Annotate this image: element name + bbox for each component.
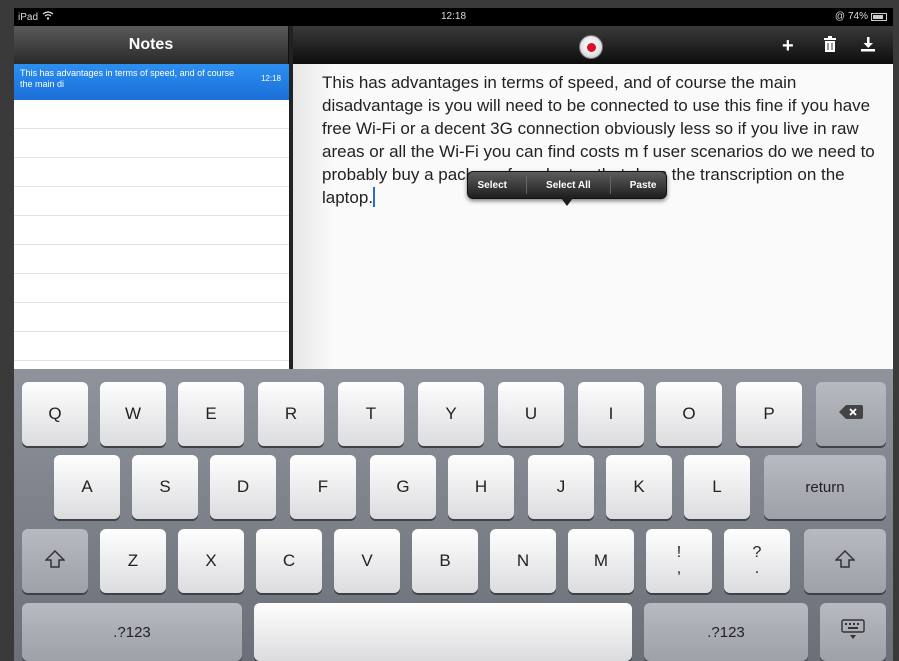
shift-icon bbox=[44, 549, 66, 573]
key-m[interactable]: M bbox=[568, 529, 634, 593]
battery-percent: 74% bbox=[847, 11, 868, 22]
notes-list: This has advantages in terms of speed, a… bbox=[14, 64, 289, 369]
key-comma-label: , bbox=[676, 560, 682, 577]
list-item[interactable] bbox=[14, 158, 289, 187]
key-exclaim-label: ! bbox=[676, 544, 682, 561]
download-icon[interactable] bbox=[860, 36, 876, 56]
key-w[interactable]: W bbox=[100, 382, 166, 446]
trash-icon[interactable] bbox=[823, 36, 837, 56]
paste-button[interactable]: Paste bbox=[630, 180, 657, 191]
note-preview: This has advantages in terms of speed, a… bbox=[20, 68, 235, 89]
key-o[interactable]: O bbox=[656, 382, 722, 446]
menu-separator bbox=[526, 176, 528, 194]
list-item-selected-note[interactable]: This has advantages in terms of speed, a… bbox=[14, 64, 289, 100]
key-i[interactable]: I bbox=[578, 382, 644, 446]
key-b[interactable]: B bbox=[412, 529, 478, 593]
key-d[interactable]: D bbox=[210, 455, 276, 519]
key-question-period[interactable]: ?. bbox=[724, 529, 790, 593]
edit-menu-arrow bbox=[561, 198, 573, 206]
key-x[interactable]: X bbox=[178, 529, 244, 593]
shift-key-right[interactable] bbox=[804, 529, 886, 593]
editor-toolbar: + bbox=[293, 26, 893, 64]
select-button[interactable]: Select bbox=[478, 180, 507, 191]
backspace-icon bbox=[839, 404, 863, 424]
hide-keyboard-key[interactable] bbox=[820, 603, 886, 661]
numbers-key-left[interactable]: .?123 bbox=[22, 603, 242, 661]
list-item[interactable] bbox=[14, 100, 289, 129]
key-t[interactable]: T bbox=[338, 382, 404, 446]
key-e[interactable]: E bbox=[178, 382, 244, 446]
edit-menu: Select Select All Paste bbox=[467, 171, 667, 199]
key-l[interactable]: L bbox=[684, 455, 750, 519]
shift-key-left[interactable] bbox=[22, 529, 88, 593]
list-item[interactable] bbox=[14, 216, 289, 245]
key-a[interactable]: A bbox=[54, 455, 120, 519]
backspace-key[interactable] bbox=[816, 382, 886, 446]
shift-icon bbox=[834, 549, 856, 573]
key-n[interactable]: N bbox=[490, 529, 556, 593]
select-all-button[interactable]: Select All bbox=[546, 180, 591, 191]
key-p[interactable]: P bbox=[736, 382, 802, 446]
status-time: 12:18 bbox=[440, 11, 467, 22]
add-icon[interactable]: + bbox=[782, 36, 794, 56]
key-f[interactable]: F bbox=[290, 455, 356, 519]
key-y[interactable]: Y bbox=[418, 382, 484, 446]
key-k[interactable]: K bbox=[606, 455, 672, 519]
list-item[interactable] bbox=[14, 187, 289, 216]
screen: iPad 12:18 @ 74% Notes This has advantag… bbox=[14, 8, 893, 661]
status-bar: iPad 12:18 @ 74% bbox=[14, 8, 893, 26]
menu-separator bbox=[609, 176, 611, 194]
text-caret bbox=[373, 187, 376, 207]
key-question-label: ? bbox=[752, 544, 762, 561]
list-item[interactable] bbox=[14, 303, 289, 332]
keyboard: Q W E R T Y U I O P A S D F G H J K L re… bbox=[14, 369, 893, 661]
alarm-icon: @ bbox=[834, 11, 845, 22]
return-key[interactable]: return bbox=[764, 455, 886, 519]
key-period-label: . bbox=[754, 560, 760, 577]
key-j[interactable]: J bbox=[528, 455, 594, 519]
device-frame: iPad 12:18 @ 74% Notes This has advantag… bbox=[0, 0, 899, 661]
key-exclaim-comma[interactable]: !, bbox=[646, 529, 712, 593]
keyboard-hide-icon bbox=[841, 618, 865, 646]
key-h[interactable]: H bbox=[448, 455, 514, 519]
note-time: 12:18 bbox=[260, 74, 281, 83]
numbers-key-right[interactable]: .?123 bbox=[644, 603, 808, 661]
list-item[interactable] bbox=[14, 129, 289, 158]
battery-icon bbox=[871, 12, 887, 21]
key-z[interactable]: Z bbox=[100, 529, 166, 593]
list-item[interactable] bbox=[14, 274, 289, 303]
key-v[interactable]: V bbox=[334, 529, 400, 593]
key-c[interactable]: C bbox=[256, 529, 322, 593]
record-icon[interactable] bbox=[579, 35, 603, 59]
key-q[interactable]: Q bbox=[22, 382, 88, 446]
note-editor[interactable]: This has advantages in terms of speed, a… bbox=[293, 64, 893, 369]
key-g[interactable]: G bbox=[370, 455, 436, 519]
key-r[interactable]: R bbox=[258, 382, 324, 446]
key-s[interactable]: S bbox=[132, 455, 198, 519]
list-item[interactable] bbox=[14, 245, 289, 274]
space-key[interactable] bbox=[254, 603, 632, 661]
notes-title: Notes bbox=[14, 26, 289, 64]
list-item[interactable] bbox=[14, 332, 289, 361]
key-u[interactable]: U bbox=[498, 382, 564, 446]
